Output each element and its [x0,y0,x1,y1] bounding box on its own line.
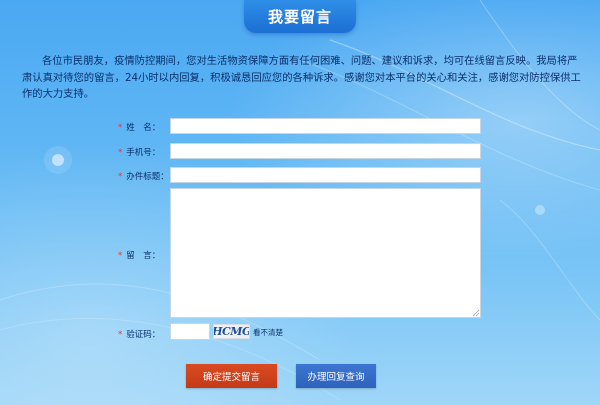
captcha-label: * 验证码： [118,328,160,340]
captcha-label-text: 验证码： [126,330,161,340]
message-label: * 留 言： [118,249,160,261]
subject-label-text: 办件标题： [126,172,169,182]
reply-query-button[interactable]: 办理回复查询 [296,364,376,388]
captcha-image[interactable]: HCMG [213,324,250,339]
subject-label: * 办件标题： [118,170,169,182]
phone-label: * 手机号： [118,146,160,158]
page-title-tab: 我要留言 [244,0,356,33]
required-mark: * [118,123,123,133]
name-label-text: 姓 名： [126,123,161,133]
page-title: 我要留言 [267,8,332,26]
phone-input[interactable] [170,143,481,159]
captcha-input[interactable] [170,323,210,340]
subject-input[interactable] [170,167,481,183]
name-label: * 姓 名： [118,121,160,133]
required-mark: * [118,172,123,182]
captcha-text: HCMG [213,325,250,338]
resize-grip-icon[interactable] [472,309,480,317]
message-textarea[interactable] [170,188,481,318]
captcha-refresh-link[interactable]: 看不清楚 [253,327,283,338]
required-mark: * [118,251,123,261]
name-input[interactable] [170,118,481,134]
required-mark: * [118,148,123,158]
submit-message-button[interactable]: 确定提交留言 [186,364,277,388]
required-mark: * [118,330,123,340]
phone-label-text: 手机号： [126,148,161,158]
intro-paragraph: 各位市民朋友，疫情防控期间，您对生活物资保障方面有任何困难、问题、建议和诉求，均… [22,55,581,100]
message-label-text: 留 言： [126,251,161,261]
